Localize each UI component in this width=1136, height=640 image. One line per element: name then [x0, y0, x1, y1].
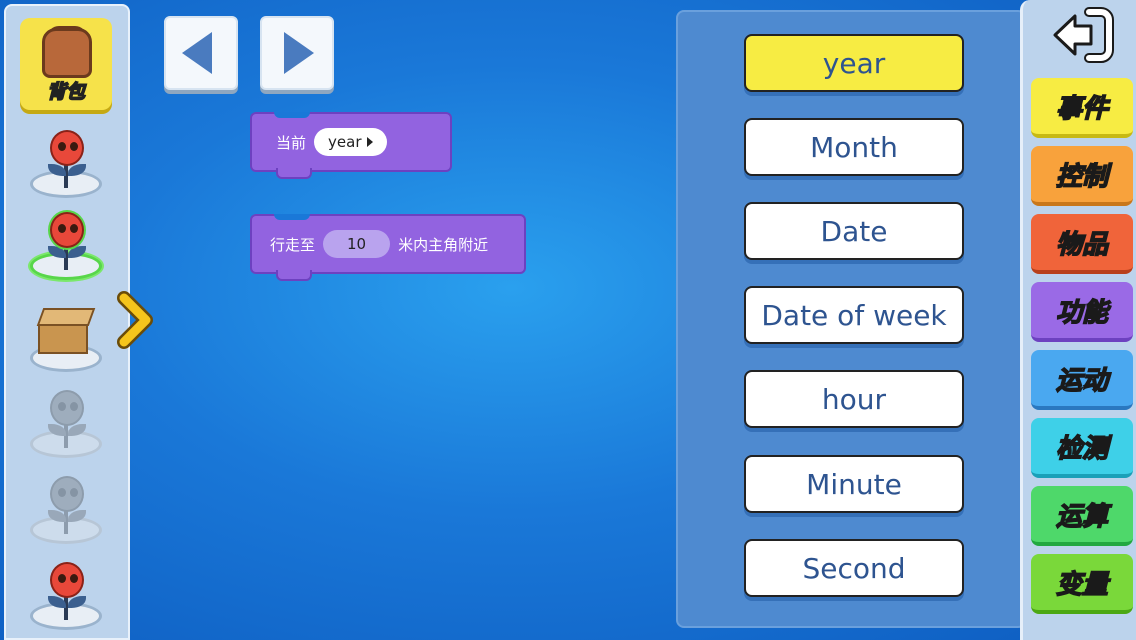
category-variables[interactable]: 变量: [1031, 554, 1133, 614]
walk-near-block[interactable]: 行走至 10 米内主角附近: [250, 214, 526, 281]
time-unit-dropdown[interactable]: year: [314, 128, 388, 156]
current-time-label: 当前: [276, 133, 307, 152]
option-year[interactable]: year: [744, 34, 964, 92]
category-control[interactable]: 控制: [1031, 146, 1133, 206]
option-month[interactable]: Month: [744, 118, 964, 176]
option-date-of-week[interactable]: Date of week: [744, 286, 964, 344]
arrow-left-icon: [182, 32, 212, 74]
character-slot-2[interactable]: [26, 206, 106, 286]
next-button[interactable]: [260, 16, 334, 90]
option-second[interactable]: Second: [744, 539, 964, 597]
arrow-right-icon: [284, 32, 314, 74]
character-slot-4[interactable]: [26, 384, 106, 464]
character-sidebar: 背包: [4, 4, 130, 640]
flower-character-icon: [50, 212, 84, 248]
dropdown-options-panel: year Month Date Date of week hour Minute…: [676, 10, 1026, 628]
category-operators[interactable]: 运算: [1031, 486, 1133, 546]
expand-chevron-icon[interactable]: [116, 290, 156, 350]
character-slot-6[interactable]: [26, 556, 106, 636]
character-slot-3[interactable]: [26, 298, 106, 378]
category-events[interactable]: 事件: [1031, 78, 1133, 138]
time-unit-value: year: [328, 133, 362, 151]
previous-button[interactable]: [164, 16, 238, 90]
category-motion[interactable]: 运动: [1031, 350, 1133, 410]
option-date[interactable]: Date: [744, 202, 964, 260]
distance-input[interactable]: 10: [323, 230, 391, 258]
backpack-icon-body: [42, 28, 92, 78]
flower-character-icon: [50, 390, 84, 426]
backpack-button[interactable]: 背包: [20, 18, 112, 110]
exit-back-icon[interactable]: [1049, 4, 1115, 66]
character-slot-1[interactable]: [26, 124, 106, 204]
category-items[interactable]: 物品: [1031, 214, 1133, 274]
category-sidebar: 事件 控制 物品 功能 运动 检测 运算 变量: [1020, 0, 1136, 640]
option-minute[interactable]: Minute: [744, 455, 964, 513]
walk-suffix-label: 米内主角附近: [398, 235, 489, 254]
walk-prefix-label: 行走至: [270, 235, 316, 254]
option-hour[interactable]: hour: [744, 370, 964, 428]
category-functions[interactable]: 功能: [1031, 282, 1133, 342]
dropdown-arrow-icon: [367, 137, 374, 147]
flower-character-icon: [50, 562, 84, 598]
current-time-block[interactable]: 当前 year: [250, 112, 452, 179]
backpack-label: 背包: [46, 80, 86, 104]
flower-character-icon: [50, 476, 84, 512]
character-slot-5[interactable]: [26, 470, 106, 550]
category-sensing[interactable]: 检测: [1031, 418, 1133, 478]
flower-character-icon: [50, 130, 84, 166]
